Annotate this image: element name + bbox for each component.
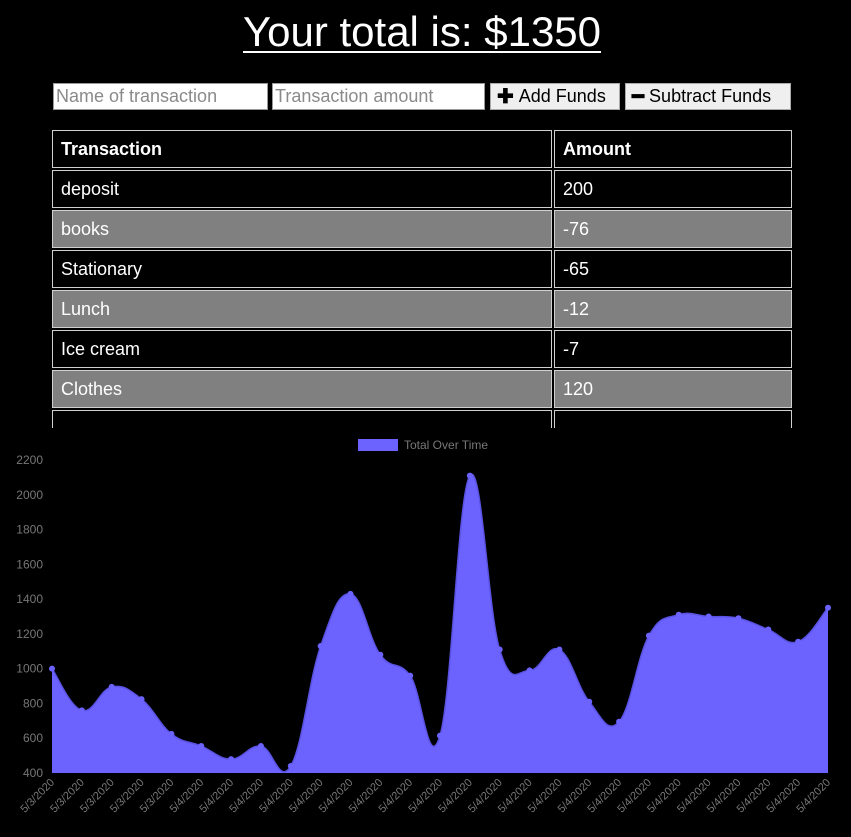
y-tick-label: 1000 xyxy=(16,662,43,676)
transaction-amount-input[interactable] xyxy=(272,83,485,110)
table-row: Lunch -12 xyxy=(52,290,792,328)
y-tick-label: 1200 xyxy=(16,627,43,641)
table-row xyxy=(52,410,792,428)
chart-svg: 40060080010001200140016001800200022005/3… xyxy=(16,438,833,815)
data-point xyxy=(825,604,831,611)
add-funds-button[interactable]: ✚ Add Funds xyxy=(490,83,620,110)
data-point xyxy=(347,590,354,597)
data-point xyxy=(556,646,563,653)
data-point xyxy=(228,756,235,763)
transaction-name-cell: books xyxy=(52,210,552,248)
subtract-funds-label: Subtract Funds xyxy=(649,86,772,106)
data-point xyxy=(616,718,623,725)
series-area xyxy=(52,474,828,773)
data-point xyxy=(287,763,294,770)
data-point xyxy=(138,696,145,703)
header-transaction: Transaction xyxy=(52,130,552,168)
data-point xyxy=(108,683,115,690)
transaction-name-cell: Lunch xyxy=(52,290,552,328)
add-funds-label: Add Funds xyxy=(518,86,606,106)
transaction-name-cell xyxy=(52,410,552,428)
y-tick-label: 2200 xyxy=(16,453,43,467)
legend-swatch xyxy=(358,439,398,451)
y-tick-label: 2000 xyxy=(16,488,43,502)
header-amount: Amount xyxy=(554,130,792,168)
data-point xyxy=(437,732,443,739)
y-tick-label: 400 xyxy=(23,766,43,780)
transaction-amount-cell: -12 xyxy=(554,290,792,328)
total-over-time-chart: 400 600 800 1000 1200 1400 1600 1800 2000 2200 5/3… xyxy=(0,430,851,837)
data-point xyxy=(466,472,473,479)
transactions-table-container[interactable]: Transaction Amount deposit 200 books -76… xyxy=(52,130,792,428)
data-point xyxy=(765,626,772,633)
table-row: deposit 200 xyxy=(52,170,792,208)
legend-label: Total Over Time xyxy=(404,438,488,452)
data-point xyxy=(49,665,55,672)
total-heading: Your total is: $1350 xyxy=(242,8,602,55)
transaction-amount-cell: 200 xyxy=(554,170,792,208)
data-point xyxy=(735,615,742,622)
data-point xyxy=(675,611,682,618)
transaction-amount-cell: -65 xyxy=(554,250,792,288)
subtract-funds-button[interactable]: ━ Subtract Funds xyxy=(625,83,791,110)
transaction-name-cell: deposit xyxy=(52,170,552,208)
data-point xyxy=(795,638,802,645)
table-row: Ice cream -7 xyxy=(52,330,792,368)
transaction-amount-cell: -7 xyxy=(554,330,792,368)
data-point xyxy=(377,651,384,658)
minus-icon: ━ xyxy=(632,85,645,108)
data-point xyxy=(257,743,264,750)
table-header-row: Transaction Amount xyxy=(52,130,792,168)
data-point xyxy=(586,698,593,705)
transaction-name-input[interactable] xyxy=(53,83,268,110)
plus-icon: ✚ xyxy=(497,85,514,108)
data-point xyxy=(317,643,324,650)
y-tick-label: 1800 xyxy=(16,523,43,537)
transaction-amount-cell xyxy=(554,410,792,428)
transactions-table: Transaction Amount deposit 200 books -76… xyxy=(52,130,792,428)
data-point xyxy=(526,667,533,674)
table-row: books -76 xyxy=(52,210,792,248)
table-row: Clothes 120 xyxy=(52,370,792,408)
y-tick-label: 600 xyxy=(23,731,43,745)
transaction-name-cell: Clothes xyxy=(52,370,552,408)
transaction-name-cell: Stationary xyxy=(52,250,552,288)
data-point xyxy=(78,707,85,714)
budget-tracker-page: Your total is: $1350 ✚ Add Funds ━ Subtr… xyxy=(0,0,851,837)
data-point xyxy=(496,646,503,653)
data-point xyxy=(198,743,205,750)
y-tick-label: 1600 xyxy=(16,557,43,571)
transaction-amount-cell: 120 xyxy=(554,370,792,408)
transaction-name-cell: Ice cream xyxy=(52,330,552,368)
data-point xyxy=(407,672,414,679)
transaction-amount-cell: -76 xyxy=(554,210,792,248)
data-point xyxy=(168,730,175,737)
y-tick-label: 1400 xyxy=(16,592,43,606)
data-point xyxy=(705,613,712,620)
data-point xyxy=(645,632,652,639)
table-row: Stationary -65 xyxy=(52,250,792,288)
y-tick-label: 800 xyxy=(23,696,43,710)
